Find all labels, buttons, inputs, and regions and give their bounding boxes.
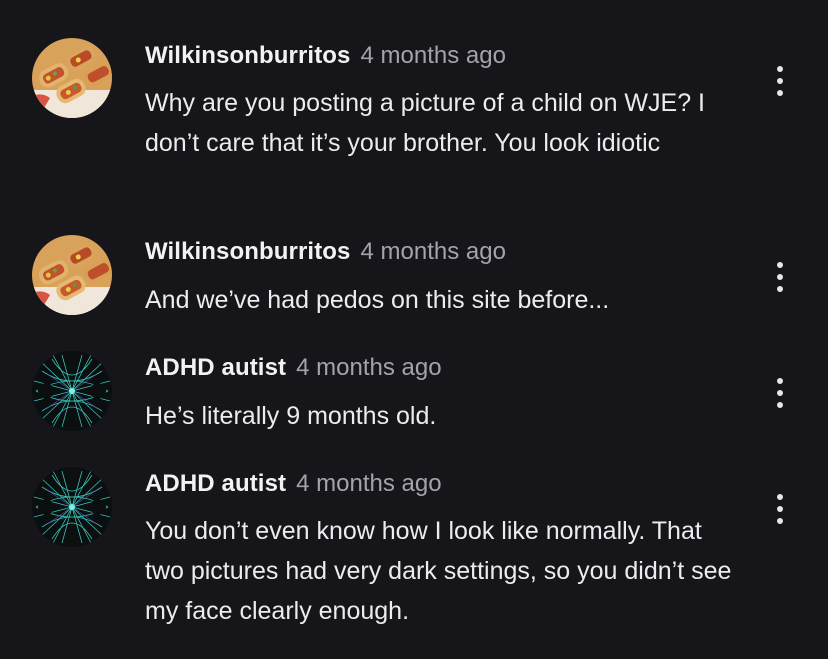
- user-avatar[interactable]: [32, 38, 112, 118]
- comment-timestamp: 4 months ago: [360, 42, 506, 69]
- comment-text: Why are you posting a picture of a child…: [145, 89, 705, 157]
- burrito-avatar-image: [32, 38, 112, 118]
- fractal-avatar-image: [32, 467, 112, 547]
- fractal-avatar-image: [32, 351, 112, 431]
- comment-text: He’s literally 9 months old.: [145, 402, 437, 430]
- comment-timestamp: 4 months ago: [296, 470, 442, 497]
- more-vertical-icon[interactable]: [766, 376, 794, 410]
- comment-username[interactable]: Wilkinsonburritos: [145, 238, 351, 265]
- comment-text: And we’ve had pedos on this site before.…: [145, 286, 610, 314]
- comment-username[interactable]: Wilkinsonburritos: [145, 42, 351, 69]
- more-vertical-icon[interactable]: [766, 64, 794, 98]
- comment-username[interactable]: ADHD autist: [145, 354, 286, 381]
- more-vertical-icon[interactable]: [766, 492, 794, 526]
- comment-username[interactable]: ADHD autist: [145, 470, 286, 497]
- comment-timestamp: 4 months ago: [296, 354, 442, 381]
- comment-text: You don’t even know how I look like norm…: [145, 517, 732, 625]
- more-vertical-icon[interactable]: [766, 260, 794, 294]
- comment-timestamp: 4 months ago: [360, 238, 506, 265]
- user-avatar[interactable]: [32, 467, 112, 547]
- burrito-avatar-image: [32, 235, 112, 315]
- user-avatar[interactable]: [32, 235, 112, 315]
- user-avatar[interactable]: [32, 351, 112, 431]
